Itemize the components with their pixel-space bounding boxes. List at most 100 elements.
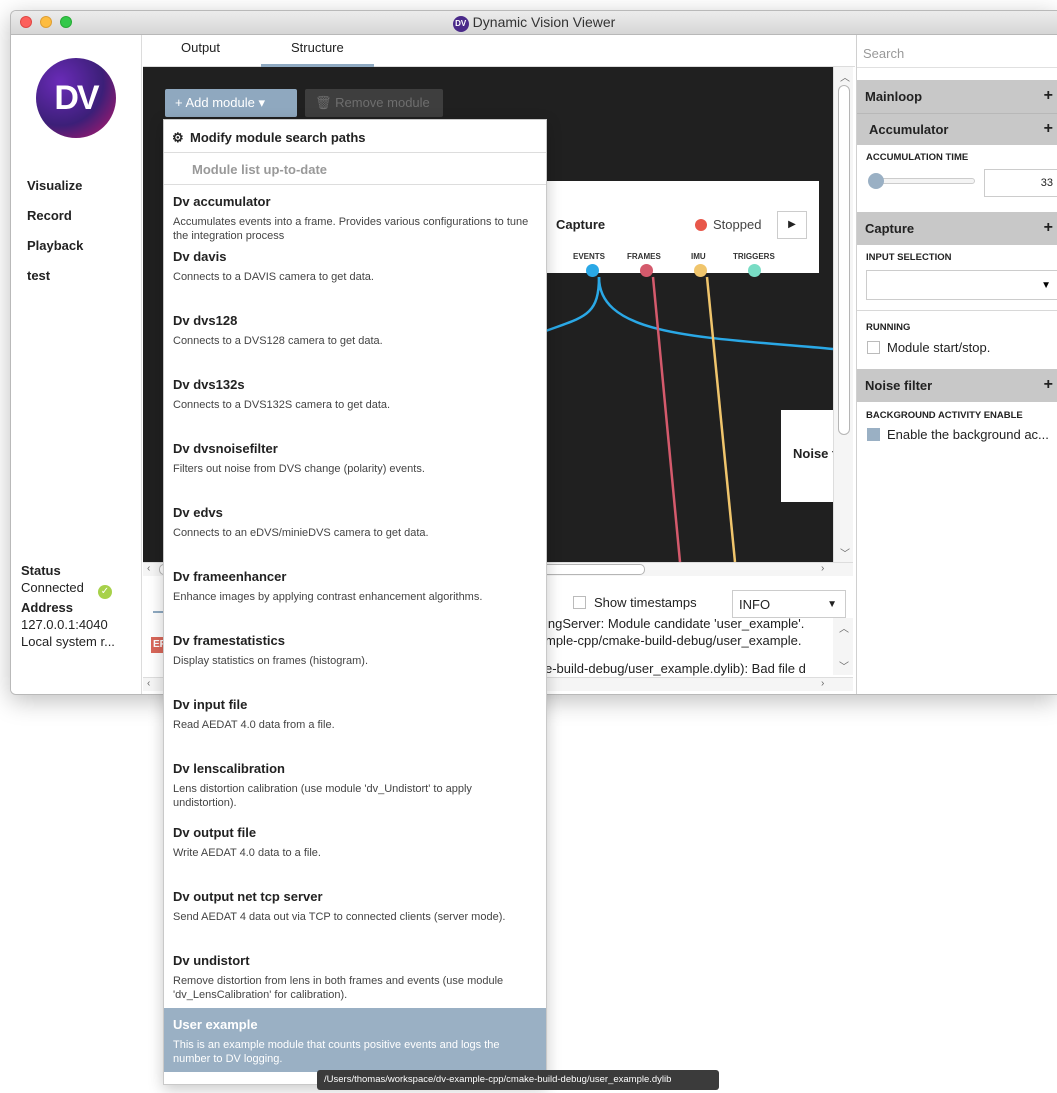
- scroll-up-icon[interactable]: ︿: [839, 620, 849, 635]
- running-toggle[interactable]: Module start/stop.: [867, 340, 990, 355]
- module-item-selected[interactable]: User example This is an example module th…: [164, 1008, 546, 1072]
- module-item[interactable]: Dv edvs Connects to an eDVS/minieDVS came…: [164, 496, 546, 560]
- gear-icon: ⚙: [172, 130, 184, 145]
- scroll-down-icon[interactable]: ﹀: [839, 658, 849, 673]
- module-item[interactable]: Dv frameenhancer Enhance images by applyi…: [164, 560, 546, 624]
- events-port[interactable]: [586, 264, 599, 277]
- add-module-dropdown: ⚙ Modify module search paths Module list …: [163, 119, 547, 1085]
- chevron-down-icon: ▼: [827, 599, 837, 610]
- imu-port[interactable]: [694, 264, 707, 277]
- noise-filter-node[interactable]: Noise fil: [781, 410, 833, 502]
- add-module-button[interactable]: + Add module ▾: [165, 89, 297, 117]
- module-item[interactable]: Dv output file Write AEDAT 4.0 data to a …: [164, 816, 546, 880]
- noise-filter-section[interactable]: Noise filter +: [857, 369, 1057, 402]
- triggers-port[interactable]: [748, 264, 761, 277]
- output-label-imu: IMU: [691, 252, 706, 261]
- module-desc: Remove distortion from lens in both fram…: [173, 975, 504, 1001]
- running-checkbox-label: Module start/stop.: [887, 340, 991, 355]
- show-timestamps-toggle[interactable]: Show timestamps: [573, 595, 697, 610]
- address-value: 127.0.0.1:4040: [21, 617, 108, 632]
- bg-activity-label: BACKGROUND ACTIVITY ENABLE: [866, 410, 1023, 421]
- module-path-tooltip: /Users/thomas/workspace/dv-example-cpp/c…: [317, 1070, 719, 1090]
- module-name: Dv dvsnoisefilter: [173, 441, 278, 456]
- tab-output[interactable]: Output: [151, 41, 250, 67]
- module-item[interactable]: Dv input file Read AEDAT 4.0 data from a …: [164, 688, 546, 752]
- modify-search-paths-item[interactable]: ⚙ Modify module search paths: [164, 120, 546, 153]
- scroll-right-icon[interactable]: ›: [821, 678, 824, 689]
- module-item[interactable]: Dv dvs132s Connects to a DVS132S camera t…: [164, 368, 546, 432]
- frames-port[interactable]: [640, 264, 653, 277]
- module-desc: Send AEDAT 4 data out via TCP to connect…: [173, 911, 506, 923]
- module-item[interactable]: Dv davis Connects to a DAVIS camera to ge…: [164, 240, 546, 304]
- module-item[interactable]: Dv lenscalibration Lens distortion calibr…: [164, 752, 546, 816]
- scroll-right-icon[interactable]: ›: [821, 563, 824, 574]
- module-name: Dv output net tcp server: [173, 889, 323, 904]
- module-name: Dv accumulator: [173, 194, 271, 209]
- address-label: Address: [21, 600, 74, 615]
- running-checkbox[interactable]: [867, 341, 880, 354]
- log-level-select[interactable]: INFO ▼: [732, 590, 846, 618]
- scroll-left-icon[interactable]: ‹: [147, 563, 150, 574]
- plus-icon[interactable]: +: [1044, 120, 1053, 138]
- scroll-down-icon[interactable]: ﹀: [840, 545, 850, 560]
- slider-knob[interactable]: [868, 173, 884, 189]
- accumulation-time-label: ACCUMULATION TIME: [866, 152, 969, 163]
- nav-test[interactable]: test: [27, 268, 50, 283]
- accumulator-title: Accumulator: [869, 122, 949, 137]
- running-label: RUNNING: [866, 322, 911, 333]
- plus-icon[interactable]: +: [1044, 87, 1053, 105]
- bg-activity-checkbox[interactable]: [867, 428, 880, 441]
- accumulator-section[interactable]: Accumulator +: [857, 113, 1057, 145]
- search-input[interactable]: Search: [857, 40, 1057, 68]
- output-label-triggers: TRIGGERS: [733, 252, 775, 261]
- input-selection-select[interactable]: ▼: [866, 270, 1057, 300]
- remove-module-button[interactable]: 🗑 Remove module: [305, 89, 443, 117]
- module-item[interactable]: Dv output net tcp server Send AEDAT 4 dat…: [164, 880, 546, 944]
- module-item[interactable]: Dv framestatistics Display statistics on …: [164, 624, 546, 688]
- module-desc: Read AEDAT 4.0 data from a file.: [173, 719, 335, 731]
- accumulation-time-slider[interactable]: [875, 178, 975, 184]
- capture-node[interactable]: Capture Stopped ▶ EVENTS FRAMES IMU TRIG…: [540, 181, 819, 277]
- stopped-status-icon: [695, 219, 707, 231]
- plus-icon[interactable]: +: [1044, 376, 1053, 394]
- module-desc: Accumulates events into a frame. Provide…: [173, 216, 529, 242]
- scrollbar-thumb[interactable]: [838, 85, 850, 435]
- scroll-up-icon[interactable]: ︿: [840, 69, 850, 84]
- play-button[interactable]: ▶: [777, 211, 807, 239]
- module-name: Dv input file: [173, 697, 248, 712]
- scroll-left-icon[interactable]: ‹: [147, 678, 150, 689]
- module-name: Dv davis: [173, 249, 227, 264]
- events-wire-right: [597, 276, 833, 351]
- module-item[interactable]: Dv dvsnoisefilter Filters out noise from …: [164, 432, 546, 496]
- output-label-frames: FRAMES: [627, 252, 661, 261]
- module-name: User example: [173, 1017, 258, 1032]
- dv-logo: DV: [36, 58, 116, 138]
- capture-title: Capture: [865, 221, 915, 236]
- module-item[interactable]: Dv undistort Remove distortion from lens …: [164, 944, 546, 1008]
- plus-icon[interactable]: +: [1044, 219, 1053, 237]
- capture-section[interactable]: Capture +: [857, 212, 1057, 245]
- module-item[interactable]: Dv dvs128 Connects to a DVS128 camera to …: [164, 304, 546, 368]
- module-desc: Connects to an eDVS/minieDVS camera to g…: [173, 527, 429, 539]
- show-timestamps-checkbox[interactable]: [573, 596, 586, 609]
- tab-structure[interactable]: Structure: [261, 41, 374, 67]
- local-system-value: Local system r...: [21, 634, 115, 649]
- nav-playback[interactable]: Playback: [27, 238, 83, 253]
- bg-activity-toggle[interactable]: Enable the background ac...: [867, 427, 1049, 442]
- bg-activity-checkbox-label: Enable the background ac...: [887, 427, 1049, 442]
- module-item[interactable]: Dv accumulator Accumulates events into a …: [164, 185, 546, 242]
- log-output: ingServer: Module candidate 'user_exampl…: [545, 615, 833, 677]
- module-name: Dv lenscalibration: [173, 761, 285, 776]
- nav-record[interactable]: Record: [27, 208, 72, 223]
- input-selection-label: INPUT SELECTION: [866, 252, 952, 263]
- log-vertical-scrollbar[interactable]: ︿ ﹀: [833, 618, 853, 675]
- nav-visualize[interactable]: Visualize: [27, 178, 82, 193]
- mainloop-section[interactable]: Mainloop +: [857, 80, 1057, 113]
- module-name: Dv dvs132s: [173, 377, 245, 392]
- accumulation-time-input[interactable]: 33: [984, 169, 1057, 197]
- status-label: Status: [21, 563, 61, 578]
- log-line: mple-cpp/cmake-build-debug/user_example.: [545, 633, 802, 648]
- canvas-vertical-scrollbar[interactable]: ︿ ﹀: [833, 67, 853, 562]
- capture-state: Stopped: [713, 217, 762, 232]
- mainloop-title: Mainloop: [865, 89, 923, 104]
